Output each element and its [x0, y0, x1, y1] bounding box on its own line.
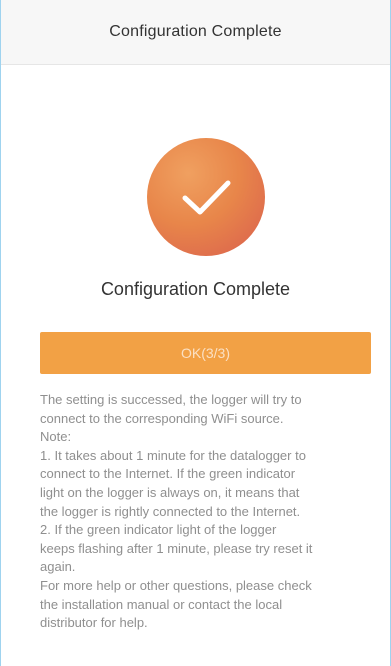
- ok-button[interactable]: OK(3/3): [40, 332, 371, 374]
- configuration-complete-screen: Configuration Complete Configuration Com…: [0, 0, 391, 666]
- message-line: Note:: [40, 429, 72, 445]
- message-line: The setting is successed, the logger wil…: [40, 392, 302, 407]
- message-line: again.: [40, 559, 76, 575]
- message-line: distributor for help.: [40, 615, 148, 631]
- message-line: 2. If the green indicator light of the l…: [40, 522, 277, 538]
- page-title: Configuration Complete: [109, 23, 282, 40]
- message-line: the logger is rightly connected to the I…: [40, 503, 301, 519]
- message-line: keeps flashing after 1 minute, please tr…: [40, 540, 313, 556]
- success-badge: [147, 138, 265, 256]
- message-line: the installation manual or contact the l…: [40, 596, 283, 612]
- nav-bar: Configuration Complete: [1, 0, 390, 65]
- message-line: connect to the Internet. If the green in…: [40, 466, 296, 482]
- message-line: light on the logger is always on, it mea…: [40, 484, 300, 500]
- check-icon: [182, 180, 231, 215]
- message-line: connect to the corresponding WiFi source…: [40, 410, 284, 426]
- message-line: For more help or other questions, please…: [40, 577, 312, 593]
- message-line: 1. It takes about 1 minute for the datal…: [40, 447, 306, 463]
- status-title: Configuration Complete: [100, 279, 291, 299]
- instructions-text: The setting is successed, the logger wil…: [40, 391, 374, 633]
